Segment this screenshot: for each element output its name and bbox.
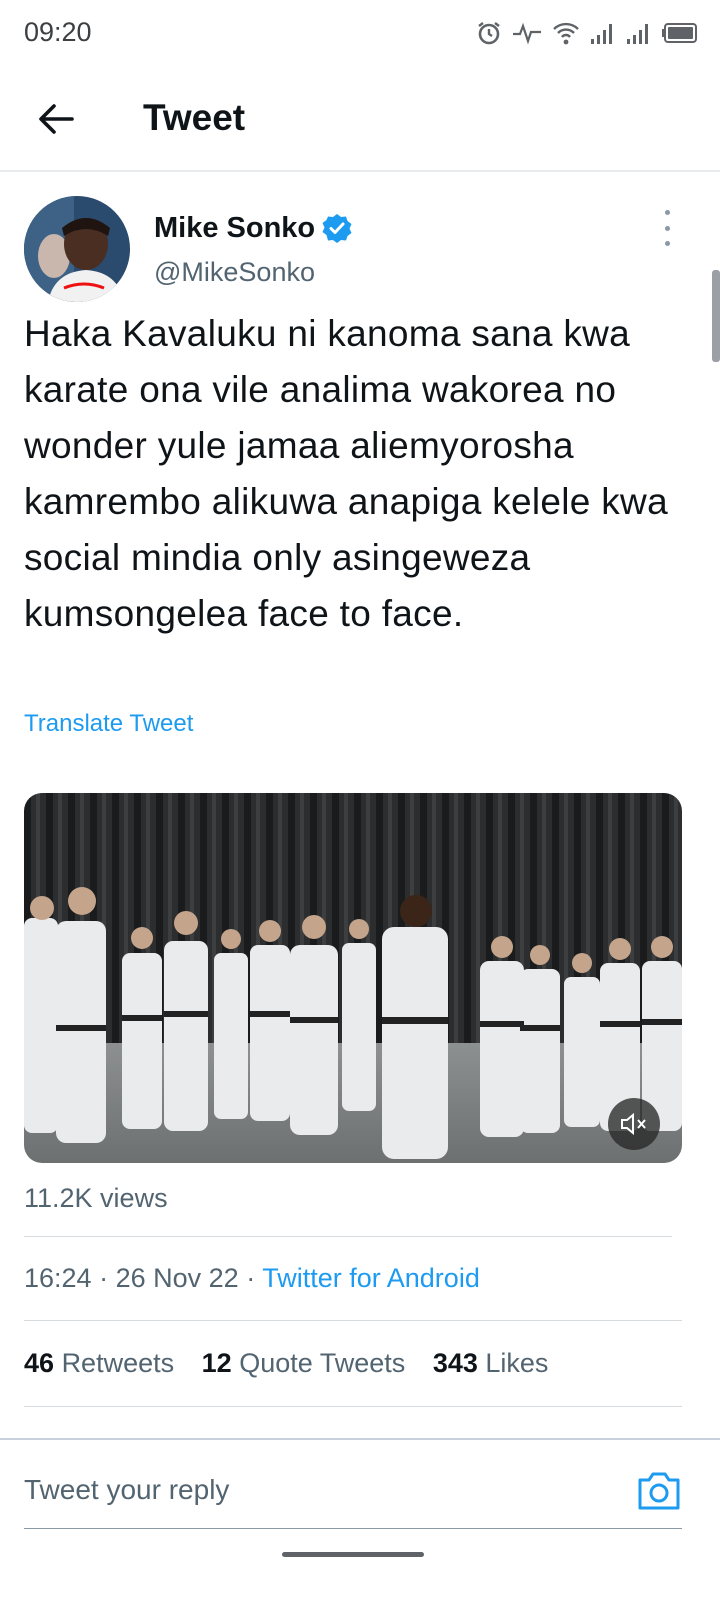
mute-button[interactable] <box>608 1098 660 1150</box>
home-indicator[interactable] <box>282 1552 424 1557</box>
arrow-left-icon <box>39 104 74 134</box>
tweet-stats: 46 Retweets 12 Quote Tweets 343 Likes <box>24 1348 548 1379</box>
verified-badge-icon <box>322 213 352 243</box>
more-options-button[interactable] <box>655 210 679 246</box>
author-handle[interactable]: @MikeSonko <box>154 257 315 288</box>
author-name[interactable]: Mike Sonko <box>154 212 315 245</box>
tweet-date: 26 Nov 22 <box>115 1263 239 1293</box>
likes-stat[interactable]: 343 Likes <box>433 1348 549 1379</box>
divider <box>24 1320 682 1321</box>
reply-underline <box>24 1528 682 1529</box>
tweet-text: Haka Kavaluku ni kanoma sana kwa karate … <box>24 313 668 634</box>
signal-2-icon <box>626 21 652 45</box>
tweet-meta: 16:24 · 26 Nov 22 · Twitter for Android <box>24 1263 480 1294</box>
camera-icon <box>638 1472 680 1510</box>
back-button[interactable] <box>30 96 82 142</box>
quotes-stat[interactable]: 12 Quote Tweets <box>202 1348 406 1379</box>
likes-count: 343 <box>432 1348 478 1378</box>
tweet-time: 16:24 <box>24 1263 92 1293</box>
quotes-count: 12 <box>201 1348 232 1378</box>
avatar[interactable] <box>24 196 130 302</box>
camera-button[interactable] <box>636 1470 682 1512</box>
retweets-stat[interactable]: 46 Retweets <box>24 1348 174 1379</box>
status-icons <box>476 18 698 48</box>
app-bar: Tweet <box>0 66 720 172</box>
translate-tweet-link[interactable]: Translate Tweet <box>24 710 193 738</box>
retweets-count: 46 <box>24 1348 55 1378</box>
quotes-label: Quote Tweets <box>239 1348 406 1378</box>
meta-separator: · <box>99 1263 109 1293</box>
retweets-label: Retweets <box>61 1348 175 1378</box>
tweet-video[interactable] <box>24 793 682 1163</box>
more-dot <box>664 225 670 231</box>
meta-separator: · <box>246 1263 256 1293</box>
likes-label: Likes <box>485 1348 549 1378</box>
status-time: 09:20 <box>24 17 92 47</box>
signal-1-icon <box>590 21 616 45</box>
battery-icon <box>662 22 698 44</box>
alarm-icon <box>476 20 502 46</box>
reply-bar: Tweet your reply <box>0 1438 720 1529</box>
page-title: Tweet <box>143 97 246 138</box>
activity-icon <box>512 21 542 45</box>
status-bar: 09:20 <box>0 0 720 66</box>
divider <box>24 1406 682 1407</box>
view-count: 11.2K views <box>24 1183 168 1213</box>
scrollbar[interactable] <box>712 270 720 362</box>
reply-input[interactable]: Tweet your reply <box>24 1474 229 1506</box>
more-vertical-icon <box>664 210 670 215</box>
more-dot <box>664 241 670 246</box>
wifi-icon <box>552 20 580 46</box>
tweet-source-link[interactable]: Twitter for Android <box>262 1263 480 1293</box>
volume-muted-icon <box>621 1112 646 1136</box>
divider <box>24 1236 672 1237</box>
